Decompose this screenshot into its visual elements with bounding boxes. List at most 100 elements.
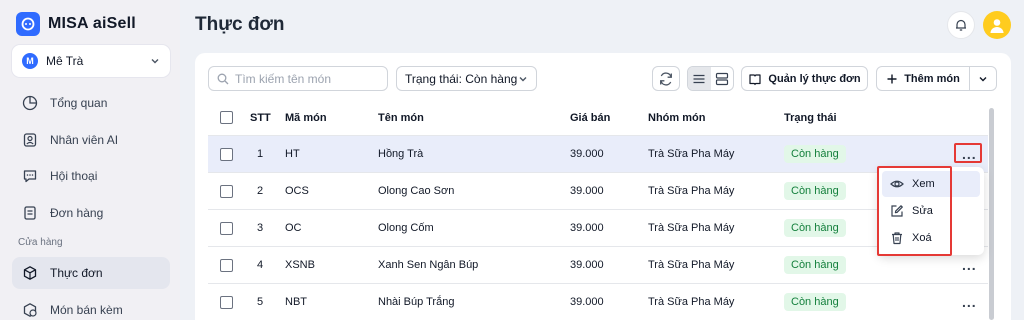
table-row[interactable]: 2 OCS Olong Cao Sơn 39.000 Trà Sữa Pha M… xyxy=(208,173,988,210)
cell-group: Trà Sữa Pha Máy xyxy=(648,222,735,234)
sidebar-item-ai-staff[interactable]: Nhân viên AI xyxy=(12,124,170,156)
cell-code: XSNB xyxy=(285,259,315,271)
scrollbar[interactable] xyxy=(989,108,994,320)
sidebar-item-label: Thực đơn xyxy=(50,266,103,280)
cell-group: Trà Sữa Pha Máy xyxy=(648,148,735,160)
user-avatar[interactable] xyxy=(983,11,1011,39)
menu-highlight xyxy=(877,166,952,256)
column-header-group[interactable]: Nhóm món xyxy=(648,100,705,135)
row-checkbox[interactable] xyxy=(220,295,233,309)
select-all-checkbox[interactable] xyxy=(220,111,233,124)
status-badge: Còn hàng xyxy=(784,145,846,163)
bell-icon xyxy=(956,19,966,31)
cell-stt: 2 xyxy=(257,185,264,197)
cell-group: Trà Sữa Pha Máy xyxy=(648,296,735,308)
brand[interactable]: MISA aiSell xyxy=(16,12,136,36)
cell-group: Trà Sữa Pha Máy xyxy=(648,185,735,197)
card-view-button[interactable] xyxy=(711,67,734,90)
card-view-icon xyxy=(715,72,728,85)
cell-group: Trà Sữa Pha Máy xyxy=(648,259,735,271)
cell-stt: 4 xyxy=(257,259,264,271)
sidebar-section-store: Cửa hàng xyxy=(18,237,63,248)
user-icon xyxy=(990,19,1004,33)
search-input[interactable] xyxy=(235,71,375,86)
table-row[interactable]: 4 XSNB Xanh Sen Ngân Búp 39.000 Trà Sữa … xyxy=(208,247,988,284)
row-checkbox[interactable] xyxy=(220,258,233,272)
cell-price: 39.000 xyxy=(570,259,604,271)
cell-name: Nhài Búp Trắng xyxy=(378,296,455,308)
add-item-dropdown[interactable] xyxy=(969,66,997,91)
sidebar-item-conversations[interactable]: Hội thoại xyxy=(12,160,170,192)
cell-code: NBT xyxy=(285,296,307,308)
list-view-button[interactable] xyxy=(688,67,711,90)
status-badge: Còn hàng xyxy=(784,219,846,237)
order-icon xyxy=(24,206,36,220)
status-badge: Còn hàng xyxy=(784,256,846,274)
view-toggle xyxy=(687,66,734,91)
store-avatar: M xyxy=(22,53,38,69)
sidebar-item-addons[interactable]: Món bán kèm xyxy=(12,294,170,320)
chevron-down-icon xyxy=(151,59,159,64)
manage-menu-label: Quản lý thực đơn xyxy=(768,72,861,85)
sidebar-item-label: Hội thoại xyxy=(50,169,98,183)
row-checkbox[interactable] xyxy=(220,184,233,198)
cell-name: Olong Cao Sơn xyxy=(378,185,455,197)
status-badge: Còn hàng xyxy=(784,293,846,311)
table-row[interactable]: 5 NBT Nhài Búp Trắng 39.000 Trà Sữa Pha … xyxy=(208,284,988,320)
cell-stt: 3 xyxy=(257,222,264,234)
sidebar-item-label: Tổng quan xyxy=(50,96,108,110)
cell-code: OC xyxy=(285,222,302,234)
chat-icon xyxy=(23,170,37,183)
chevron-down-icon xyxy=(979,76,987,81)
row-checkbox[interactable] xyxy=(220,147,233,161)
brand-logo-icon xyxy=(16,12,40,36)
cell-name: Olong Cốm xyxy=(378,222,434,234)
add-item-button[interactable]: Thêm món xyxy=(876,66,970,91)
plus-icon xyxy=(887,74,897,83)
cell-price: 39.000 xyxy=(570,296,604,308)
refresh-button[interactable] xyxy=(652,66,680,91)
refresh-icon xyxy=(660,71,672,86)
list-view-icon xyxy=(693,74,705,83)
status-filter-select[interactable]: Trạng thái: Còn hàng xyxy=(396,66,537,91)
store-selector[interactable]: M Mê Trà xyxy=(12,45,170,77)
chevron-down-icon xyxy=(519,76,527,81)
status-filter-value: Trạng thái: Còn hàng xyxy=(405,71,518,86)
column-header-price[interactable]: Giá bán xyxy=(570,100,610,135)
column-header-code[interactable]: Mã món xyxy=(285,100,327,135)
add-item-label: Thêm món xyxy=(904,72,960,85)
store-name: Mê Trà xyxy=(46,54,84,68)
sidebar: MISA aiSell M Mê Trà Tổng quan Nhân viên… xyxy=(0,0,180,320)
sidebar-item-overview[interactable]: Tổng quan xyxy=(12,87,170,119)
addon-icon xyxy=(23,303,37,317)
sidebar-item-orders[interactable]: Đơn hàng xyxy=(12,197,170,229)
column-header-stt[interactable]: STT xyxy=(250,100,271,135)
ai-agent-icon xyxy=(23,133,37,147)
table-row[interactable]: 3 OC Olong Cốm 39.000 Trà Sữa Pha Máy Cò… xyxy=(208,210,988,247)
search-box[interactable] xyxy=(208,66,388,91)
column-header-name[interactable]: Tên món xyxy=(378,100,424,135)
manage-menu-button[interactable]: Quản lý thực đơn xyxy=(741,66,868,91)
brand-name: MISA aiSell xyxy=(48,15,136,32)
table-header: STT Mã món Tên món Giá bán Nhóm món Trạn… xyxy=(208,100,988,136)
sidebar-item-menu[interactable]: Thực đơn xyxy=(12,257,170,289)
column-header-status[interactable]: Trạng thái xyxy=(784,100,837,135)
cell-code: OCS xyxy=(285,185,309,197)
notification-button[interactable] xyxy=(947,11,975,39)
more-actions-highlight xyxy=(954,143,982,163)
search-icon xyxy=(217,73,229,84)
more-actions-icon[interactable]: ... xyxy=(962,257,977,273)
sidebar-item-label: Đơn hàng xyxy=(50,206,104,220)
status-badge: Còn hàng xyxy=(784,182,846,200)
menu-book-icon xyxy=(749,73,762,85)
cube-icon xyxy=(23,266,37,280)
sidebar-item-label: Nhân viên AI xyxy=(50,133,119,147)
cell-name: Hồng Trà xyxy=(378,148,424,160)
table-row[interactable]: 1 HT Hồng Trà 39.000 Trà Sữa Pha Máy Còn… xyxy=(208,136,988,173)
row-checkbox[interactable] xyxy=(220,221,233,235)
chart-pie-icon xyxy=(22,95,38,111)
cell-price: 39.000 xyxy=(570,148,604,160)
cell-stt: 1 xyxy=(257,148,264,160)
page-title: Thực đơn xyxy=(195,14,285,35)
more-actions-icon[interactable]: ... xyxy=(962,294,977,310)
